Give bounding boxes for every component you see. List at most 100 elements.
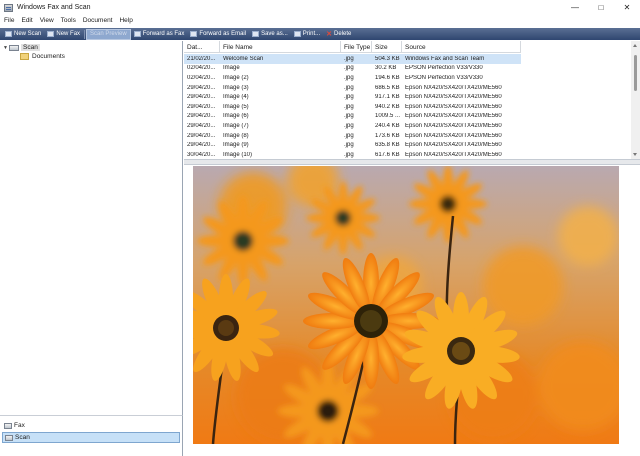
column-date[interactable]: Dat... [184, 41, 220, 53]
delete-x-icon: ✕ [326, 30, 332, 38]
new-scan-label: New Scan [14, 31, 42, 37]
menu-tools[interactable]: Tools [58, 17, 79, 24]
menu-document[interactable]: Document [80, 17, 116, 24]
column-source[interactable]: Source [402, 41, 521, 53]
cell-size: 686.5 KB [375, 84, 400, 91]
cell-size: 240.4 KB [375, 122, 400, 129]
table-row[interactable]: 29/04/20... Image (5) .jpg 940.2 KB Epson NX… [184, 102, 521, 112]
forward-as-email-button[interactable]: Forward as Email [187, 29, 249, 40]
cell-date: 02/04/20... [187, 74, 216, 81]
cell-file-name: Image (6) [223, 113, 249, 120]
new-fax-button[interactable]: New Fax [44, 29, 83, 40]
cell-source: Windows Fax and Scan Team [405, 55, 485, 62]
save-as-button[interactable]: Save as... [249, 29, 291, 40]
table-row[interactable]: 29/04/20... Image (3) .jpg 686.5 KB Epson NX… [184, 83, 521, 93]
cell-file-name: Image (8) [223, 132, 249, 139]
cell-source: Epson NX420/SX420/TX420/ME560 [405, 122, 502, 129]
forward-as-email-label: Forward as Email [199, 31, 247, 37]
cell-file-name: Image (4) [223, 94, 249, 101]
cell-source: Epson NX420/SX420/TX420/ME560 [405, 84, 502, 91]
email-icon [190, 31, 198, 37]
cell-source: Epson NX420/SX420/TX420/ME560 [405, 142, 502, 149]
cell-file-type: .jpg [344, 55, 354, 62]
new-fax-label: New Fax [56, 31, 81, 37]
table-row[interactable]: 29/04/20... Image (4) .jpg 917.1 KB Epson NX… [184, 92, 521, 102]
list-scrollbar[interactable] [631, 41, 640, 159]
table-row[interactable]: 29/04/20... Image (7) .jpg 240.4 KB Epson NX… [184, 121, 521, 131]
cell-source: EPSON Perfection V33/V330 [405, 65, 483, 72]
print-button[interactable]: Print... [291, 29, 323, 40]
maximize-button[interactable]: □ [588, 0, 614, 15]
scanner-icon [5, 434, 13, 441]
scanner-icon [5, 31, 12, 37]
save-as-label: Save as... [261, 31, 288, 37]
cell-source: Epson NX420/SX420/TX420/ME560 [405, 132, 502, 139]
cell-file-type: .jpg [344, 94, 354, 101]
table-row[interactable]: 29/04/20... Image (8) .jpg 173.6 KB Epson NX… [184, 131, 521, 141]
table-row[interactable]: 02/04/20... Image (2) .jpg 194.6 KB EPSON Pe… [184, 73, 521, 83]
cell-file-type: .jpg [344, 122, 354, 129]
cell-file-type: .jpg [344, 74, 354, 81]
cell-file-type: .jpg [344, 142, 354, 149]
table-row[interactable]: 29/04/20... Image (9) .jpg 635.8 KB Epson NX… [184, 140, 521, 150]
document-list: Dat... File Name File Type Size Source 2… [184, 41, 640, 159]
cell-file-name: Image (5) [223, 103, 249, 110]
folder-icon [20, 53, 29, 60]
cell-file-name: Image (3) [223, 84, 249, 91]
scanner-icon [9, 44, 19, 51]
cell-date: 02/04/20... [187, 65, 216, 72]
cell-date: 29/04/20... [187, 142, 216, 149]
tree-item-documents[interactable]: Documents [20, 52, 65, 61]
cell-size: 30.2 KB [375, 65, 397, 72]
cell-date: 29/04/20... [187, 103, 216, 110]
forward-as-fax-button[interactable]: Forward as Fax [131, 29, 188, 40]
menu-bar: File Edit View Tools Document Help [0, 15, 640, 26]
cell-size: 194.6 KB [375, 74, 400, 81]
minimize-button[interactable]: — [562, 0, 588, 15]
new-scan-button[interactable]: New Scan [2, 29, 44, 40]
cell-size: 617.6 KB [375, 151, 400, 158]
table-row[interactable]: 21/02/20... Welcome Scan .jpg 504.3 KB Windo… [184, 54, 521, 64]
tree-item-scan[interactable]: ▼ Scan [3, 43, 40, 52]
cell-file-type: .jpg [344, 103, 354, 110]
scroll-thumb[interactable] [634, 55, 637, 91]
column-file-name[interactable]: File Name [220, 41, 341, 53]
menu-file[interactable]: File [1, 17, 17, 24]
table-body: 21/02/20... Welcome Scan .jpg 504.3 KB Windo… [184, 54, 521, 159]
column-file-type[interactable]: File Type [341, 41, 372, 53]
cell-file-name: Image (7) [223, 122, 249, 129]
scroll-up-arrow-icon[interactable] [633, 44, 637, 47]
delete-button[interactable]: ✕ Delete [323, 29, 354, 40]
cell-size: 635.8 KB [375, 142, 400, 149]
table-row[interactable]: 30/04/20... Image (10) .jpg 617.6 KB Epson N… [184, 150, 521, 159]
toolbar: New Scan New Fax Scan Preview Forward as… [0, 28, 640, 40]
cell-date: 29/04/20... [187, 84, 216, 91]
cell-source: EPSON Perfection V33/V330 [405, 74, 483, 81]
table-row[interactable]: 29/04/20... Image (6) .jpg 1009.5 ... Epson … [184, 112, 521, 122]
cell-source: Epson NX420/SX420/TX420/ME560 [405, 151, 502, 158]
cell-file-type: .jpg [344, 84, 354, 91]
nav-fax[interactable]: Fax [2, 420, 180, 431]
cell-file-type: .jpg [344, 65, 354, 72]
scroll-down-arrow-icon[interactable] [633, 153, 637, 156]
cell-size: 917.1 KB [375, 94, 400, 101]
cell-date: 21/02/20... [187, 55, 216, 62]
cell-file-type: .jpg [344, 151, 354, 158]
menu-edit[interactable]: Edit [18, 17, 35, 24]
print-label: Print... [302, 31, 321, 37]
cell-source: Epson NX420/SX420/TX420/ME560 [405, 94, 502, 101]
table-row[interactable]: 02/04/20... Image .jpg 30.2 KB EPSON Perfect… [184, 64, 521, 74]
scan-preview-button[interactable]: Scan Preview [86, 28, 131, 40]
close-button[interactable]: ✕ [614, 0, 640, 15]
menu-help[interactable]: Help [116, 17, 135, 24]
cell-size: 1009.5 ... [375, 113, 401, 120]
folder-tree-pane: ▼ Scan Documents [0, 41, 183, 415]
cell-file-name: Image [223, 65, 240, 72]
menu-view[interactable]: View [37, 17, 57, 24]
nav-scan[interactable]: Scan [2, 432, 180, 443]
toolbar-separator [84, 29, 86, 39]
cell-file-name: Image (2) [223, 74, 249, 81]
window-controls: — □ ✕ [562, 0, 640, 15]
delete-label: Delete [334, 31, 352, 37]
column-size[interactable]: Size [372, 41, 402, 53]
